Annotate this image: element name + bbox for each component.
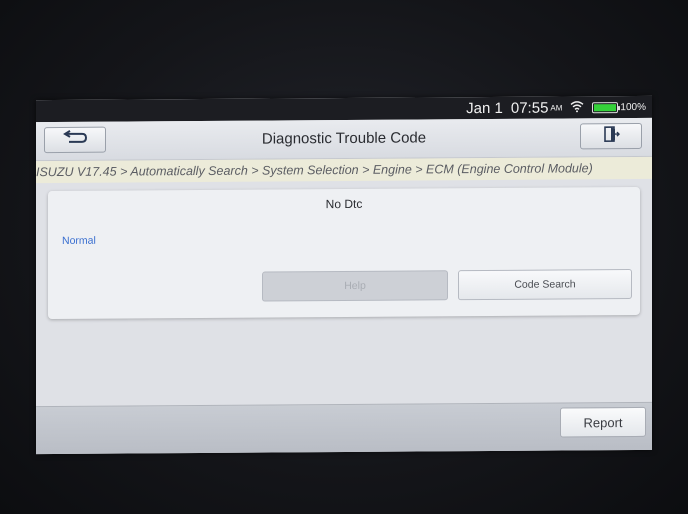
battery-percent: 100% — [620, 101, 646, 113]
bottom-toolbar: Report — [36, 401, 652, 455]
exit-button[interactable] — [580, 122, 642, 150]
title-bar: Diagnostic Trouble Code — [36, 117, 652, 162]
code-search-button[interactable]: Code Search — [458, 268, 632, 301]
dtc-heading: No Dtc — [325, 196, 363, 212]
status-time: 07:55 — [510, 99, 549, 117]
report-button[interactable]: Report — [560, 406, 646, 438]
status-ampm: AM — [550, 102, 563, 113]
battery-icon — [592, 101, 619, 113]
breadcrumb: ISUZU V17.45 > Automatically Search > Sy… — [36, 156, 652, 184]
dtc-panel: No Dtc Normal Help Code Search — [48, 186, 640, 320]
wifi-icon — [570, 100, 584, 115]
module-status: Normal — [62, 234, 96, 247]
page-title: Diagnostic Trouble Code — [261, 129, 427, 148]
help-button[interactable]: Help — [262, 270, 448, 302]
exit-icon — [602, 125, 620, 148]
battery-fill — [594, 103, 617, 111]
status-date: Jan 1 — [466, 99, 503, 117]
device-screen: Jan 1 07:55 AM 100% Diagnostic Trouble C… — [36, 95, 652, 455]
